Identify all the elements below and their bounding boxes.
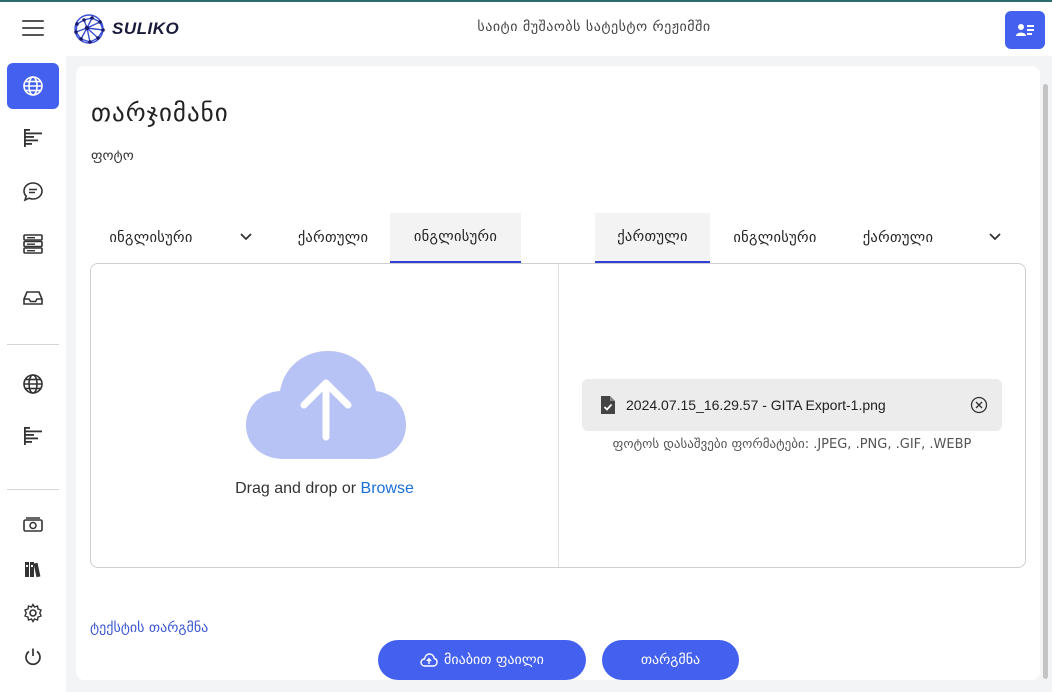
- tab-target-georgian[interactable]: ქართული: [595, 213, 710, 263]
- cloud-upload-small-icon: [420, 653, 438, 667]
- tab-source-georgian[interactable]: ქართული: [276, 213, 390, 263]
- close-circle-icon[interactable]: [970, 396, 988, 414]
- sidebar-item-library[interactable]: [7, 546, 59, 592]
- sidebar-item-settings[interactable]: [7, 590, 59, 636]
- top-bar: SULIKO საიტი მუშაობს სატესტო რეჟიმში: [0, 0, 1052, 56]
- file-check-icon: [601, 396, 615, 414]
- text-lines-icon: [24, 427, 42, 445]
- sidebar-item-text[interactable]: [7, 115, 59, 161]
- page-subtitle: ფოტო: [91, 148, 134, 164]
- translation-panel: Drag and drop or Browse 2024.07.15_16.29…: [90, 263, 1026, 568]
- sidebar-item-chat[interactable]: [7, 169, 59, 215]
- chevron-down-icon[interactable]: [239, 232, 253, 242]
- tab-target-english[interactable]: ინგლისური: [710, 213, 840, 263]
- sidebar-divider: [7, 489, 59, 490]
- page-title: თარჯიმანი: [91, 98, 229, 127]
- money-icon: [23, 517, 43, 532]
- uploaded-file-chip: 2024.07.15_16.29.57 - GITA Export-1.png: [582, 379, 1002, 431]
- globe-icon: [23, 374, 43, 394]
- server-icon: [23, 234, 43, 254]
- sidebar-item-translator[interactable]: [7, 63, 59, 109]
- text-lines-icon: [24, 129, 42, 147]
- sidebar: [0, 56, 66, 692]
- cloud-upload-icon[interactable]: [244, 349, 408, 463]
- globe-icon: [23, 76, 43, 96]
- source-language-dropdown[interactable]: ინგლისური: [92, 213, 210, 263]
- attach-file-label: მიაბით ფაილი: [444, 652, 544, 668]
- inbox-icon: [23, 291, 43, 305]
- sidebar-item-globe[interactable]: [7, 361, 59, 407]
- test-mode-status: საიტი მუშაობს სატესტო რეჟიმში: [477, 19, 711, 35]
- profile-button[interactable]: [1005, 11, 1045, 49]
- drag-drop-text: Drag and drop or Browse: [235, 480, 414, 497]
- books-icon: [25, 562, 41, 578]
- sidebar-item-payments[interactable]: [7, 502, 59, 548]
- page-scrollbar[interactable]: [1043, 84, 1048, 679]
- sidebar-item-logout[interactable]: [7, 634, 59, 680]
- sidebar-item-server[interactable]: [7, 221, 59, 267]
- sidebar-item-inbox[interactable]: [7, 275, 59, 321]
- target-language-dropdown[interactable]: ქართული: [840, 213, 956, 263]
- tab-source-english[interactable]: ინგლისური: [390, 213, 521, 263]
- chevron-down-icon[interactable]: [988, 232, 1002, 242]
- browse-link[interactable]: Browse: [361, 480, 414, 497]
- attach-file-button[interactable]: მიაბით ფაილი: [378, 640, 586, 680]
- translator-card: თარჯიმანი ფოტო ინგლისური ქართული ინგლისუ…: [76, 66, 1040, 680]
- panel-divider: [558, 264, 559, 567]
- text-translate-link[interactable]: ტექსტის თარგმნა: [90, 620, 208, 636]
- gear-icon: [24, 603, 42, 623]
- power-icon: [25, 648, 41, 666]
- translate-button[interactable]: თარგმნა: [602, 640, 739, 680]
- allowed-formats-text: ფოტოს დასაშვები ფორმატები: .JPEG, .PNG, …: [612, 437, 972, 452]
- file-name: 2024.07.15_16.29.57 - GITA Export-1.png: [626, 397, 886, 413]
- chat-bubble-icon: [23, 182, 43, 202]
- sidebar-divider: [7, 344, 59, 345]
- profile-card-icon: [1016, 24, 1034, 36]
- sidebar-item-text-2[interactable]: [7, 413, 59, 459]
